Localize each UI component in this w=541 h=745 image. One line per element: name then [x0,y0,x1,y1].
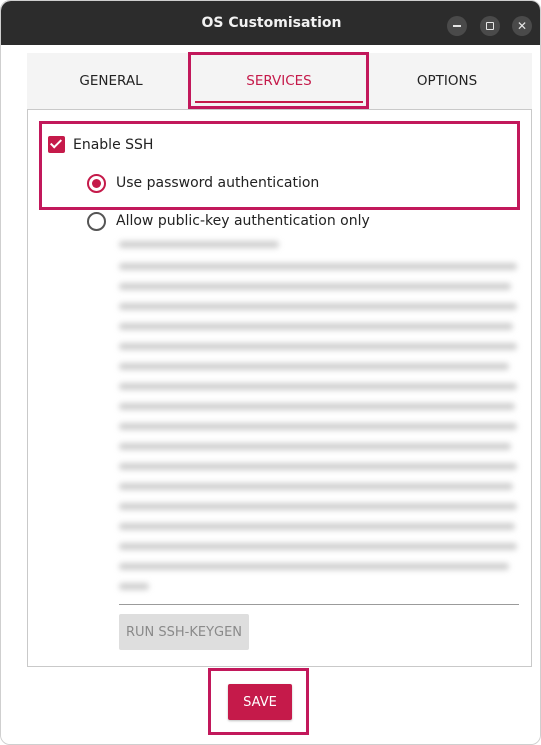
field-underline [119,604,519,605]
os-customisation-dialog: OS Customisation ✕ GENERAL SERVICES OPTI… [0,0,541,745]
authorized-keys-field-blurred[interactable] [119,235,521,599]
run-ssh-keygen-button[interactable]: RUN SSH-KEYGEN [119,614,249,650]
enable-ssh-checkbox[interactable] [48,136,65,153]
public-key-auth-radio[interactable] [87,212,106,231]
minimize-icon [453,25,461,27]
minimize-button[interactable] [447,16,467,36]
maximize-button[interactable] [480,16,500,36]
close-icon: ✕ [516,19,528,33]
enable-ssh-label: Enable SSH [73,137,154,153]
public-key-auth-label: Allow public-key authentication only [116,213,370,229]
checkmark-icon [49,136,63,149]
close-button[interactable]: ✕ [512,16,532,36]
tab-general[interactable]: GENERAL [27,53,195,109]
radio-selected-dot [92,179,101,188]
password-auth-label: Use password authentication [116,175,320,191]
maximize-icon [486,22,494,30]
save-button[interactable]: SAVE [228,684,292,720]
tab-options[interactable]: OPTIONS [363,53,531,109]
title-bar: OS Customisation ✕ [1,1,540,45]
active-tab-indicator [195,101,363,103]
password-auth-radio[interactable] [87,174,106,193]
